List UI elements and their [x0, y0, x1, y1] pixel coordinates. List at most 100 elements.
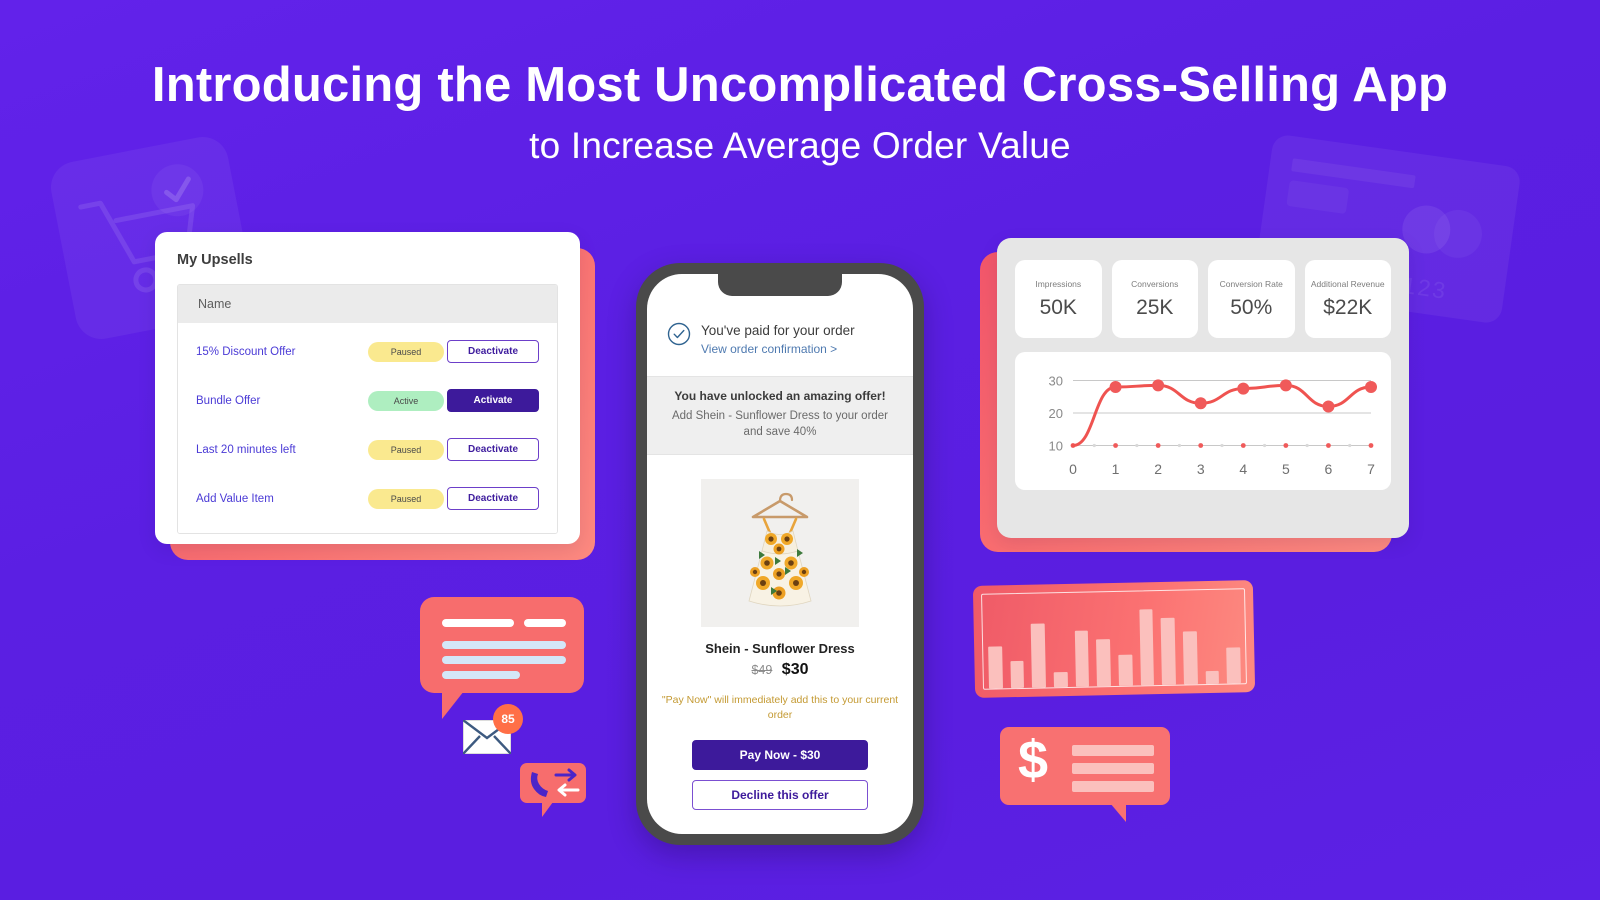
upsell-name: Last 20 minutes left — [196, 443, 296, 456]
table-row: Add Value Item Paused Deactivate — [178, 474, 557, 523]
chat-bubble-icon — [420, 597, 584, 719]
svg-text:1: 1 — [1112, 461, 1120, 477]
svg-text:7: 7 — [1367, 461, 1375, 477]
bar — [1118, 654, 1133, 686]
upsell-name: Add Value Item — [196, 492, 274, 505]
bar — [1096, 638, 1112, 687]
bar — [1053, 672, 1068, 688]
bar-chart-decoration — [972, 580, 1256, 698]
dollar-sign: $ — [1018, 730, 1049, 790]
kpi-card: Conversion Rate 50% — [1208, 260, 1295, 338]
conversions-line-chart: 10 20 30 0 1 2 3 4 5 6 7 — [1049, 374, 1377, 477]
upsells-rows: 15% Discount Offer Paused Deactivate Bundle… — [178, 323, 557, 533]
dashboard-card: Impressions 50K Conversions 25K Conversion R… — [997, 238, 1409, 538]
phone-mockup: You've paid for your order View order co… — [636, 263, 924, 845]
status-badge: Paused — [368, 439, 444, 460]
offer-banner: You have unlocked an amazing offer! Add … — [647, 376, 913, 456]
upsells-table: Name 15% Discount Offer Paused Deactivate B… — [177, 284, 558, 534]
kpi-value: $22K — [1323, 295, 1373, 319]
bubble-line-2 — [524, 619, 566, 627]
kpi-label: Conversion Rate — [1219, 278, 1283, 289]
revenue-line-2 — [1072, 763, 1154, 774]
status-badge: Paused — [368, 488, 444, 509]
bar-list — [987, 592, 1242, 689]
svg-text:4: 4 — [1239, 461, 1247, 477]
product-name: Shein - Sunflower Dress — [705, 641, 855, 657]
svg-text:5: 5 — [1282, 461, 1290, 477]
line-chart-card: 10 20 30 0 1 2 3 4 5 6 7 — [1015, 352, 1391, 490]
upsells-column-header: Name — [178, 285, 557, 323]
headline-secondary: to Increase Average Order Value — [529, 124, 1071, 166]
status-badge: Paused — [368, 341, 444, 362]
bar — [1031, 623, 1047, 688]
revenue-line-1 — [1072, 745, 1154, 756]
bar — [1010, 660, 1025, 689]
order-paid-title: You've paid for your order — [701, 323, 855, 338]
svg-text:2: 2 — [1154, 461, 1162, 477]
svg-text:3: 3 — [1197, 461, 1205, 477]
kpi-list: Impressions 50K Conversions 25K Conversion R… — [1015, 260, 1391, 338]
kpi-value: 25K — [1136, 295, 1174, 319]
row-action-button[interactable]: Activate — [447, 389, 539, 412]
pay-now-button[interactable]: Pay Now - $30 — [692, 739, 868, 770]
row-action-button[interactable]: Deactivate — [447, 340, 539, 363]
svg-text:10: 10 — [1049, 439, 1063, 454]
bubble-line-4 — [442, 656, 566, 664]
price-row: $49 $30 — [647, 661, 913, 679]
check-circle-icon — [667, 322, 691, 346]
svg-text:0: 0 — [1069, 461, 1077, 477]
call-card-tail — [542, 802, 553, 817]
kpi-label: Additional Revenue — [1310, 278, 1385, 289]
upsell-name: 15% Discount Offer — [196, 345, 296, 358]
analytics-panel: Impressions 50K Conversions 25K Conversion R… — [980, 238, 1409, 552]
bar — [988, 646, 1003, 689]
phone-screen: You've paid for your order View order co… — [647, 274, 913, 834]
revenue-card-tail — [1110, 803, 1126, 822]
price-discounted: $30 — [781, 661, 809, 679]
bubble-line-5 — [442, 671, 520, 679]
upsells-title: My Upsells — [177, 252, 253, 268]
svg-text:6: 6 — [1325, 461, 1333, 477]
bar — [1160, 617, 1177, 685]
svg-text:30: 30 — [1049, 374, 1063, 389]
row-action-button[interactable]: Deactivate — [447, 487, 539, 510]
decline-offer-button[interactable]: Decline this offer — [692, 779, 868, 810]
phone-notch — [718, 274, 842, 296]
bubble-line-3 — [442, 641, 566, 649]
headline-primary: Introducing the Most Uncomplicated Cross… — [151, 58, 1449, 112]
upsells-card: My Upsells Name 15% Discount Offer Paused… — [155, 232, 580, 544]
poster-stage: 789 123 Introducing the Most Uncomplicat… — [0, 0, 1600, 900]
status-badge: Active — [368, 390, 444, 411]
revenue-card-icon: $ — [1000, 727, 1170, 822]
bubble-line-1 — [442, 619, 514, 627]
envelope-icon: 85 — [462, 704, 523, 755]
product-image — [701, 479, 859, 628]
pay-now-note: "Pay Now" will immediately add this to y… — [661, 694, 899, 722]
bar — [1226, 646, 1242, 684]
svg-text:20: 20 — [1049, 406, 1063, 421]
kpi-label: Conversions — [1131, 278, 1179, 289]
bar — [1205, 671, 1220, 685]
bar — [1074, 630, 1090, 687]
email-count-badge: 85 — [493, 704, 523, 734]
table-row: 15% Discount Offer Paused Deactivate — [178, 327, 557, 376]
kpi-value: 50K — [1039, 295, 1077, 319]
kpi-card: Impressions 50K — [1015, 260, 1102, 338]
row-action-button[interactable]: Deactivate — [447, 438, 539, 461]
chat-bubble-tail — [442, 691, 464, 719]
table-row: Last 20 minutes left Paused Deactivate — [178, 425, 557, 474]
revenue-line-3 — [1072, 781, 1154, 792]
bar — [1139, 608, 1155, 686]
upsells-panel: My Upsells Name 15% Discount Offer Paused… — [155, 232, 595, 560]
kpi-label: Impressions — [1035, 278, 1082, 289]
offer-headline: You have unlocked an amazing offer! — [674, 389, 886, 404]
table-row: Bundle Offer Active Activate — [178, 376, 557, 425]
bar — [1182, 631, 1198, 685]
card-chip — [1286, 180, 1350, 215]
call-transfer-icon — [520, 763, 586, 817]
price-original: $49 — [751, 663, 773, 678]
offer-subtext: Add Shein - Sunflower Dress to your orde… — [671, 410, 889, 438]
view-order-confirmation-link[interactable]: View order confirmation > — [701, 342, 855, 356]
upsell-name: Bundle Offer — [196, 394, 261, 407]
headline-block: Introducing the Most Uncomplicated Cross… — [0, 58, 1600, 167]
